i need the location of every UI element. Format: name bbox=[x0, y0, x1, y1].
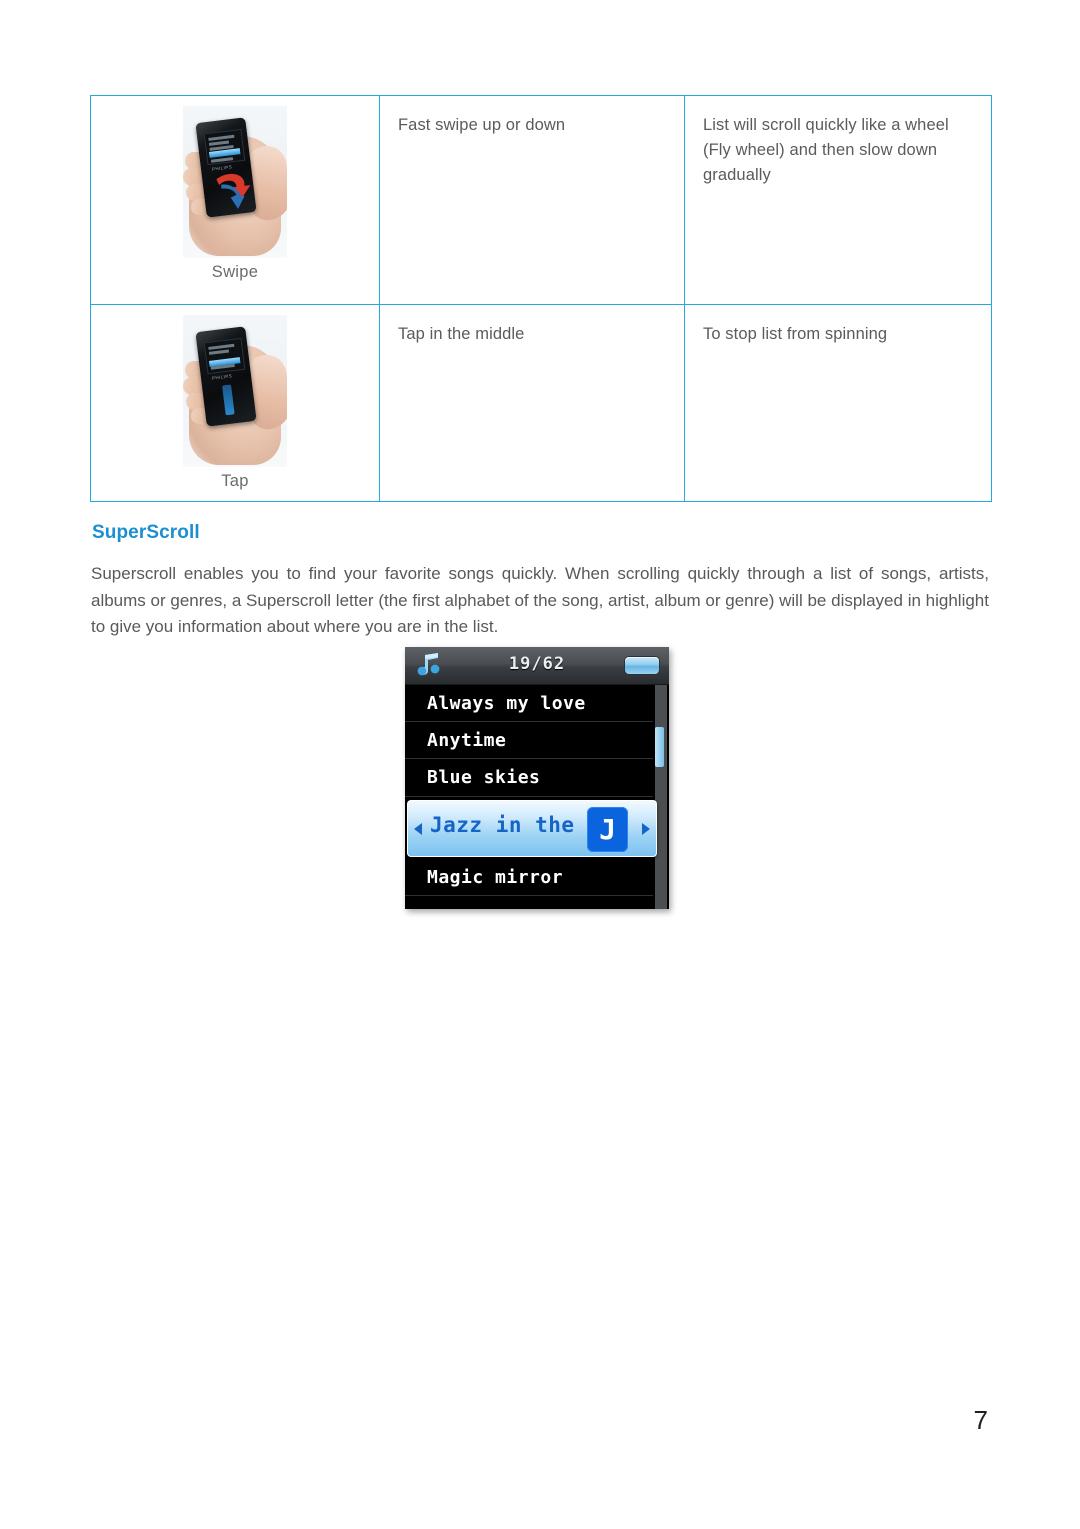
page-number: 7 bbox=[973, 1405, 988, 1435]
section-heading: SuperScroll bbox=[92, 522, 200, 543]
player-screen bbox=[203, 337, 246, 375]
player-screen bbox=[203, 128, 246, 166]
song-list[interactable]: Always my love Anytime Blue skies Jazz i… bbox=[405, 685, 669, 909]
gesture-action-text: Fast swipe up or down bbox=[398, 116, 566, 134]
table-row: PHILIPS Tap Tap in the middle To stop li… bbox=[90, 304, 992, 502]
mp3-player-illustration: PHILIPS bbox=[195, 117, 257, 218]
battery-icon bbox=[625, 657, 659, 674]
superscroll-letter-badge: J bbox=[587, 807, 628, 852]
section-paragraph: Superscroll enables you to find your fav… bbox=[91, 564, 989, 636]
gesture-result-cell: To stop list from spinning bbox=[684, 304, 992, 502]
list-scrollbar-thumb[interactable] bbox=[655, 727, 664, 767]
list-item[interactable]: Always my love bbox=[405, 685, 653, 722]
tap-device-photo: PHILIPS bbox=[183, 315, 287, 467]
list-item-selected[interactable]: Jazz in the J bbox=[407, 800, 657, 857]
screen-line bbox=[208, 343, 235, 350]
gesture-action-text: Tap in the middle bbox=[398, 325, 525, 343]
illustration-wrap: PHILIPS Tap bbox=[91, 315, 379, 491]
list-item[interactable]: Magic mirror bbox=[405, 859, 653, 896]
screen-line bbox=[208, 134, 235, 141]
illustration-caption: Tap bbox=[221, 472, 249, 490]
device-screenshot: 19/62 Always my love Anytime Blue skies … bbox=[405, 647, 669, 909]
gesture-action-cell: Fast swipe up or down bbox=[379, 95, 685, 305]
gesture-illustration-swipe-cell: PHILIPS Swipe bbox=[90, 95, 380, 305]
gesture-illustration-tap-cell: PHILIPS Tap bbox=[90, 304, 380, 502]
screen-line bbox=[208, 349, 230, 355]
illustration-caption: Swipe bbox=[211, 263, 259, 281]
gesture-result-text: To stop list from spinning bbox=[703, 325, 888, 343]
list-item[interactable]: Blue skies bbox=[405, 759, 653, 797]
philips-brand-mark: PHILIPS bbox=[211, 373, 233, 381]
table-row: PHILIPS Swipe Fast swipe up or down List… bbox=[90, 95, 992, 305]
list-item-selected-label: Jazz in the bbox=[430, 813, 575, 837]
device-status-bar: 19/62 bbox=[405, 647, 669, 685]
swipe-device-photo: PHILIPS bbox=[183, 106, 287, 258]
chevron-right-icon bbox=[642, 823, 650, 835]
list-scrollbar[interactable] bbox=[655, 685, 667, 909]
swipe-arrow-icon bbox=[216, 173, 251, 209]
screen-line bbox=[208, 140, 230, 146]
gesture-table: PHILIPS Swipe Fast swipe up or down List… bbox=[90, 95, 992, 502]
gesture-action-cell: Tap in the middle bbox=[379, 304, 685, 502]
mp3-player-illustration: PHILIPS bbox=[195, 326, 257, 427]
chevron-left-icon bbox=[414, 823, 422, 835]
touch-strip-indicator bbox=[222, 384, 235, 416]
illustration-wrap: PHILIPS Swipe bbox=[91, 106, 379, 282]
list-item[interactable]: Anytime bbox=[405, 722, 653, 759]
screen-line bbox=[210, 157, 234, 163]
gesture-result-cell: List will scroll quickly like a wheel (F… bbox=[684, 95, 992, 305]
gesture-result-text: List will scroll quickly like a wheel (F… bbox=[703, 116, 949, 184]
